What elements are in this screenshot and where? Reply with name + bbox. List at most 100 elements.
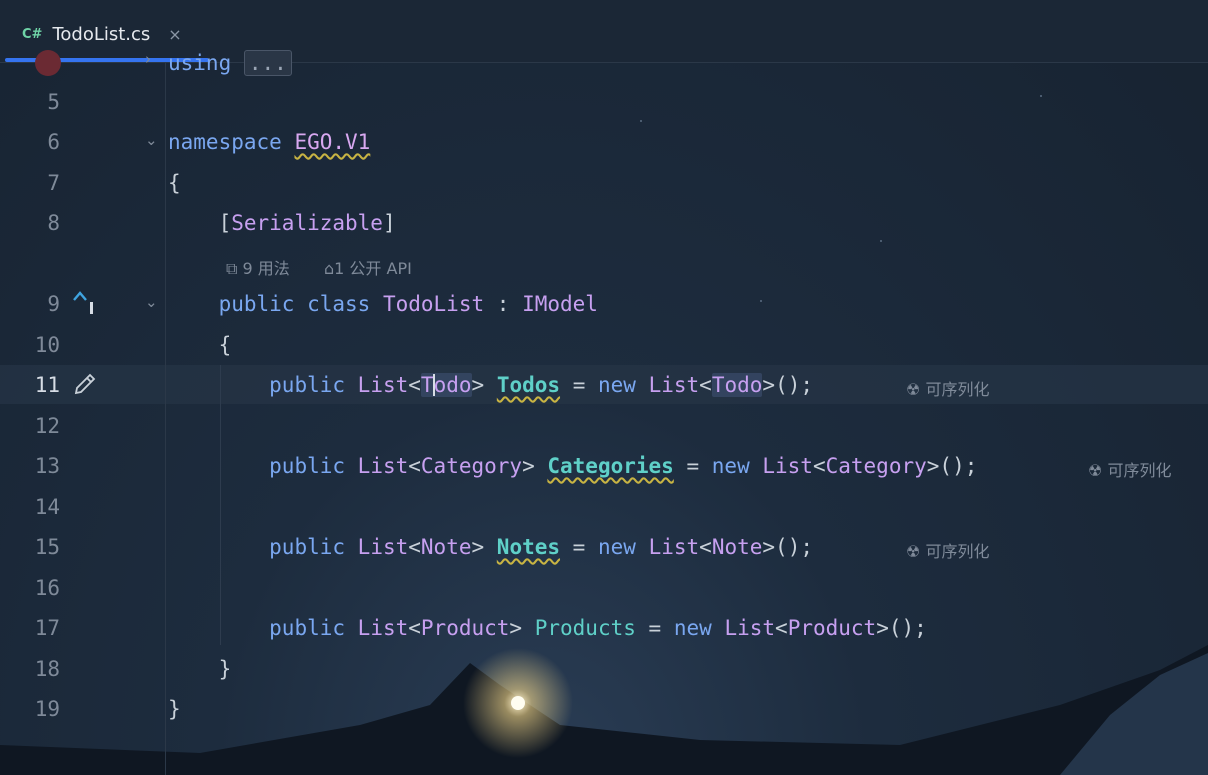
star xyxy=(640,120,642,122)
tab-todolist[interactable]: C# TodoList.cs × xyxy=(8,14,196,54)
code-line-brace[interactable]: } xyxy=(168,697,181,721)
chevron-down-icon[interactable]: ⌄ xyxy=(145,293,158,311)
serializable-label: 可序列化 xyxy=(1107,461,1172,480)
serializable-hint[interactable]: ☢ 可序列化 xyxy=(906,376,989,400)
external-link-icon: ⧉ xyxy=(226,259,238,278)
type-name: Category xyxy=(420,454,523,478)
keyword: public xyxy=(218,292,295,316)
type-name: Category xyxy=(825,454,927,478)
punctuation: < xyxy=(408,535,421,559)
line-number: 6 xyxy=(47,130,60,154)
keyword: new xyxy=(711,454,750,478)
line-number: 14 xyxy=(34,495,60,519)
line-number: 10 xyxy=(34,333,60,357)
code-line-categories[interactable]: public List<Category> Categories = new L… xyxy=(168,454,977,478)
punctuation: > xyxy=(522,454,535,478)
code-line-class[interactable]: public class TodoList : IModel xyxy=(168,292,598,316)
type-name: List xyxy=(357,373,409,397)
punctuation: } xyxy=(218,657,232,681)
usages-hint[interactable]: ⧉ 9 用法 xyxy=(226,255,290,279)
punctuation: > xyxy=(762,535,776,559)
type-name: Note xyxy=(420,535,472,559)
punctuation: { xyxy=(218,333,232,357)
keyword: using xyxy=(168,51,232,75)
public-api-label: 1 公开 API xyxy=(334,259,412,278)
type-name: Product xyxy=(420,616,510,640)
keyword: new xyxy=(597,535,636,559)
punctuation: > xyxy=(471,373,485,397)
chevron-right-icon[interactable]: › xyxy=(145,50,151,68)
keyword: public xyxy=(269,454,346,478)
line-number: 15 xyxy=(34,535,60,559)
punctuation: } xyxy=(168,697,181,721)
code-line-products[interactable]: public List<Product> Products = new List… xyxy=(168,616,927,640)
code-line-notes[interactable]: public List<Note> Notes = new List<Note>… xyxy=(168,535,813,559)
star xyxy=(1040,95,1042,97)
punctuation: = xyxy=(686,454,700,478)
line-number: 18 xyxy=(34,657,60,681)
punctuation: [ xyxy=(218,211,232,235)
keyword: class xyxy=(307,292,371,316)
serializable-label: 可序列化 xyxy=(925,380,990,399)
close-icon[interactable]: × xyxy=(168,25,181,44)
star xyxy=(760,300,762,302)
type-name: Note xyxy=(711,535,763,559)
punctuation: (); xyxy=(939,454,978,478)
punctuation: < xyxy=(699,535,712,559)
code-line-using[interactable]: using ... xyxy=(168,50,292,76)
keyword: public xyxy=(269,373,346,397)
line-number: 5 xyxy=(47,90,60,114)
chevron-down-icon[interactable]: ⌄ xyxy=(145,131,158,149)
punctuation: (); xyxy=(775,535,813,559)
code-line-namespace[interactable]: namespace EGO.V1 xyxy=(168,130,370,154)
punctuation: = xyxy=(572,535,586,559)
keyword: public xyxy=(269,535,346,559)
code-line-todos[interactable]: public List<Todo> Todos = new List<Todo>… xyxy=(168,373,813,397)
keyword: new xyxy=(598,373,636,397)
indent-guide xyxy=(220,365,221,645)
folded-region[interactable]: ... xyxy=(243,50,292,76)
usages-label: 9 用法 xyxy=(242,259,290,278)
property-name: Notes xyxy=(496,535,561,559)
serializable-hint[interactable]: ☢ 可序列化 xyxy=(906,538,989,562)
implements-icon[interactable] xyxy=(72,290,96,316)
serializable-label: 可序列化 xyxy=(925,542,990,561)
keyword: public xyxy=(269,616,346,640)
property-name: Categories xyxy=(547,454,674,478)
tab-title: TodoList.cs xyxy=(52,23,151,45)
type-name-highlighted: Todo xyxy=(420,373,472,397)
punctuation: > xyxy=(471,535,485,559)
punctuation: < xyxy=(775,616,788,640)
line-number: 16 xyxy=(34,576,60,600)
code-line-attribute[interactable]: [Serializable] xyxy=(168,211,396,235)
punctuation: > xyxy=(926,454,940,478)
punctuation: < xyxy=(408,454,421,478)
type-name: List xyxy=(357,616,409,640)
edit-pencil-icon[interactable] xyxy=(72,371,98,397)
line-number: 13 xyxy=(34,454,60,478)
code-line-brace[interactable]: { xyxy=(168,171,181,195)
radiation-icon: ☢ xyxy=(906,380,921,399)
type-name: List xyxy=(648,373,700,397)
punctuation: { xyxy=(168,171,181,195)
radiation-icon: ☢ xyxy=(906,542,921,561)
serializable-hint[interactable]: ☢ 可序列化 xyxy=(1088,457,1171,481)
punctuation: : xyxy=(496,292,510,316)
line-number: 8 xyxy=(47,211,60,235)
breakpoint-icon[interactable] xyxy=(35,50,61,76)
punctuation: > xyxy=(762,373,776,397)
line-number: 7 xyxy=(47,171,60,195)
punctuation: = xyxy=(572,373,586,397)
public-api-hint[interactable]: ⌂1 公开 API xyxy=(324,255,412,279)
type-name: List xyxy=(357,535,409,559)
type-name: List xyxy=(724,616,776,640)
type-name-highlighted: Todo xyxy=(711,373,763,397)
type-name: List xyxy=(648,535,700,559)
code-line-brace[interactable]: { xyxy=(168,333,232,357)
type-name: List xyxy=(357,454,409,478)
attribute-name: Serializable xyxy=(231,211,383,235)
puzzle-icon: ⌂ xyxy=(324,259,335,278)
punctuation: < xyxy=(812,454,826,478)
punctuation: < xyxy=(699,373,712,397)
code-line-brace[interactable]: } xyxy=(168,657,232,681)
